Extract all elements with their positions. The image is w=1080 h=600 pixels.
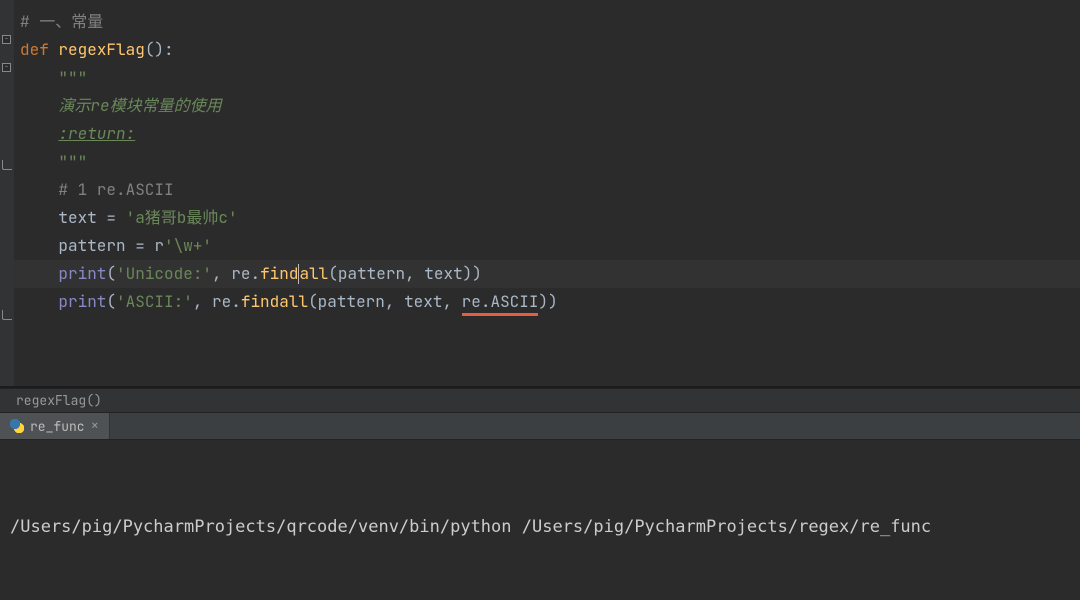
fold-end-icon (2, 160, 12, 170)
fold-icon[interactable]: − (2, 63, 11, 72)
code-line: def regexFlag(): (0, 36, 1080, 64)
breadcrumb[interactable]: regexFlag() (0, 388, 1080, 412)
code-line: pattern = r'\w+' (0, 232, 1080, 260)
fold-end-icon (2, 310, 12, 320)
code-line-current: print('Unicode:', re.findall(pattern, te… (0, 260, 1080, 288)
code-line: :return: (0, 120, 1080, 148)
highlighted-code: re.ASCII (462, 291, 539, 316)
code-line (0, 344, 1080, 372)
gutter: − − (0, 0, 14, 386)
code-line: print('ASCII:', re.findall(pattern, text… (0, 288, 1080, 316)
run-tab-label: re_func (30, 418, 85, 435)
run-tab-bar: re_func × (0, 412, 1080, 440)
code-line: text = 'a猪哥b最帅c' (0, 204, 1080, 232)
run-tab[interactable]: re_func × (0, 413, 110, 439)
code-line: # 1 re.ASCII (0, 176, 1080, 204)
code-line (0, 316, 1080, 344)
python-icon (10, 419, 24, 433)
code-line: """ (0, 64, 1080, 92)
code-editor[interactable]: − − # 一、常量 def regexFlag(): """ 演示re模块常量… (0, 0, 1080, 388)
fold-icon[interactable]: − (2, 35, 11, 44)
code-line: # 一、常量 (0, 8, 1080, 36)
console-line: /Users/pig/PycharmProjects/qrcode/venv/b… (10, 512, 1070, 542)
code-line: 演示re模块常量的使用 (0, 92, 1080, 120)
text-cursor (298, 264, 299, 284)
console-output[interactable]: /Users/pig/PycharmProjects/qrcode/venv/b… (0, 440, 1080, 600)
code-line: """ (0, 148, 1080, 176)
close-icon[interactable]: × (91, 419, 99, 433)
